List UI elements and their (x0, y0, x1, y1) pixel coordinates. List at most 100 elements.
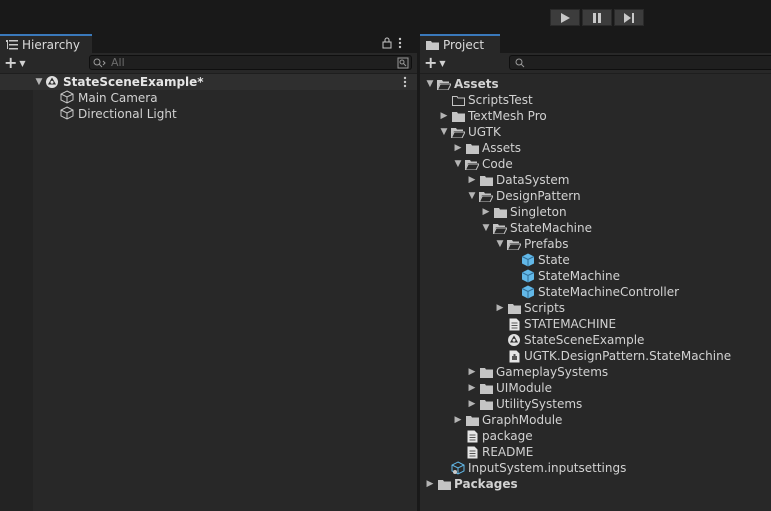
expanded-arrow-icon[interactable]: ▼ (480, 220, 492, 236)
tree-item[interactable]: ▶ Packages (424, 476, 518, 492)
tree-item[interactable]: ▼ DesignPattern (466, 188, 581, 204)
arrow-spacer (438, 460, 450, 476)
collapsed-arrow-icon[interactable]: ▶ (494, 300, 506, 316)
folder-open-icon (450, 124, 466, 140)
folder-icon (478, 172, 494, 188)
tree-item[interactable]: InputSystem.inputsettings (438, 460, 626, 476)
collapsed-arrow-icon[interactable]: ▶ (466, 364, 478, 380)
collapsed-arrow-icon[interactable]: ▶ (466, 172, 478, 188)
tree-item[interactable]: ▶ TextMesh Pro (438, 108, 547, 124)
more-options-icon[interactable] (398, 37, 402, 49)
create-button[interactable]: + ▼ (424, 55, 450, 71)
unity-scene-icon (506, 332, 522, 348)
arrow-spacer (508, 252, 520, 268)
tree-item[interactable]: ▶ UtilitySystems (466, 396, 583, 412)
tree-item[interactable]: ▶ GraphModule (452, 412, 563, 428)
folder-open-icon (478, 188, 494, 204)
hierarchy-panel: Hierarchy + ▼ All ▼ StateSceneExample* Ma… (0, 34, 417, 511)
text-file-icon (506, 316, 522, 332)
folder-open-icon (436, 76, 452, 92)
expanded-arrow-icon[interactable]: ▼ (494, 236, 506, 252)
search-icon (515, 58, 525, 67)
collapsed-arrow-icon[interactable]: ▶ (452, 140, 464, 156)
expanded-arrow-icon[interactable]: ▼ (438, 124, 450, 140)
collapsed-arrow-icon[interactable]: ▶ (480, 204, 492, 220)
arrow-spacer (494, 332, 506, 348)
folder-icon (478, 396, 494, 412)
prefab-icon (520, 268, 536, 284)
search-type-icon[interactable] (397, 57, 409, 69)
folder-icon (464, 140, 480, 156)
tree-item[interactable]: StateMachine (508, 268, 620, 284)
tree-item[interactable]: State (508, 252, 570, 268)
folder-icon (492, 204, 508, 220)
tree-item[interactable]: ScriptsTest (438, 92, 533, 108)
tree-item[interactable]: ▼ Prefabs (494, 236, 569, 252)
tab-hierarchy-label: Hierarchy (22, 37, 81, 52)
tree-item[interactable]: ▼ Code (452, 156, 513, 172)
tab-project-label: Project (443, 37, 485, 52)
folder-open-icon (492, 220, 508, 236)
pause-button[interactable] (582, 9, 612, 26)
create-button[interactable]: + ▼ (4, 55, 30, 71)
tree-item[interactable]: ▶ Scripts (494, 300, 566, 316)
folder-open-icon (464, 156, 480, 172)
tree-item-label: StateMachineController (538, 285, 680, 299)
tree-item[interactable]: ▶ Singleton (480, 204, 567, 220)
expand-arrow-icon[interactable]: ▼ (33, 74, 45, 90)
folder-outline-icon (450, 92, 466, 108)
folder-icon (506, 300, 522, 316)
tree-item[interactable]: package (452, 428, 533, 444)
project-toolbar: + ▼ (420, 53, 771, 74)
lock-icon[interactable] (382, 37, 392, 49)
tab-hierarchy[interactable]: Hierarchy (0, 34, 92, 53)
tree-item[interactable]: StateMachineController (508, 284, 679, 300)
tree-item-label: Code (482, 157, 513, 171)
tree-item-label: ScriptsTest (468, 93, 533, 107)
tree-item[interactable]: UGTK.DesignPattern.StateMachine (494, 348, 731, 364)
collapsed-arrow-icon[interactable]: ▶ (466, 380, 478, 396)
collapsed-arrow-icon[interactable]: ▶ (438, 108, 450, 124)
tree-item[interactable]: ▼ Assets (424, 76, 499, 92)
project-search[interactable] (509, 55, 771, 70)
tree-item-label: GraphModule (482, 413, 563, 427)
tree-item-label: Packages (454, 477, 518, 491)
tree-item[interactable]: ▼ StateMachine (480, 220, 592, 236)
tree-item[interactable]: ▼ UGTK (438, 124, 501, 140)
tree-item[interactable]: ▶ Assets (452, 140, 522, 156)
tree-item[interactable]: ▶ DataSystem (466, 172, 570, 188)
chevron-down-icon: ▼ (439, 58, 446, 68)
tree-item[interactable]: ▶ GameplaySystems (466, 364, 609, 380)
hierarchy-item-label: Main Camera (78, 91, 158, 105)
folder-icon (426, 40, 439, 50)
hierarchy-item-main-camera[interactable]: Main Camera (60, 90, 158, 106)
play-button[interactable] (550, 9, 580, 26)
chevron-down-icon: ▼ (19, 58, 26, 68)
tab-project[interactable]: Project (420, 34, 500, 53)
gameobject-cube-icon (60, 106, 74, 120)
collapsed-arrow-icon[interactable]: ▶ (466, 396, 478, 412)
scene-more-icon[interactable] (403, 76, 407, 88)
settings-asset-icon (450, 460, 466, 476)
expanded-arrow-icon[interactable]: ▼ (466, 188, 478, 204)
tree-item-label: State (538, 253, 570, 267)
collapsed-arrow-icon[interactable]: ▶ (452, 412, 464, 428)
scene-row[interactable]: ▼ StateSceneExample* (0, 74, 417, 90)
folder-open-icon (506, 236, 522, 252)
tree-item-label: GameplaySystems (496, 365, 609, 379)
arrow-spacer (508, 268, 520, 284)
tree-item[interactable]: STATEMACHINE (494, 316, 616, 332)
hierarchy-item-directional-light[interactable]: Directional Light (60, 106, 177, 122)
arrow-spacer (438, 92, 450, 108)
tree-item[interactable]: README (452, 444, 533, 460)
folder-icon (478, 380, 494, 396)
tree-item[interactable]: StateSceneExample (494, 332, 644, 348)
tree-item[interactable]: ▶ UIModule (466, 380, 552, 396)
step-button[interactable] (614, 9, 644, 26)
expanded-arrow-icon[interactable]: ▼ (452, 156, 464, 172)
scene-name: StateSceneExample* (63, 75, 204, 89)
hierarchy-search[interactable]: All (89, 55, 412, 70)
expanded-arrow-icon[interactable]: ▼ (424, 76, 436, 92)
search-icon (93, 58, 106, 67)
collapsed-arrow-icon[interactable]: ▶ (424, 476, 436, 492)
